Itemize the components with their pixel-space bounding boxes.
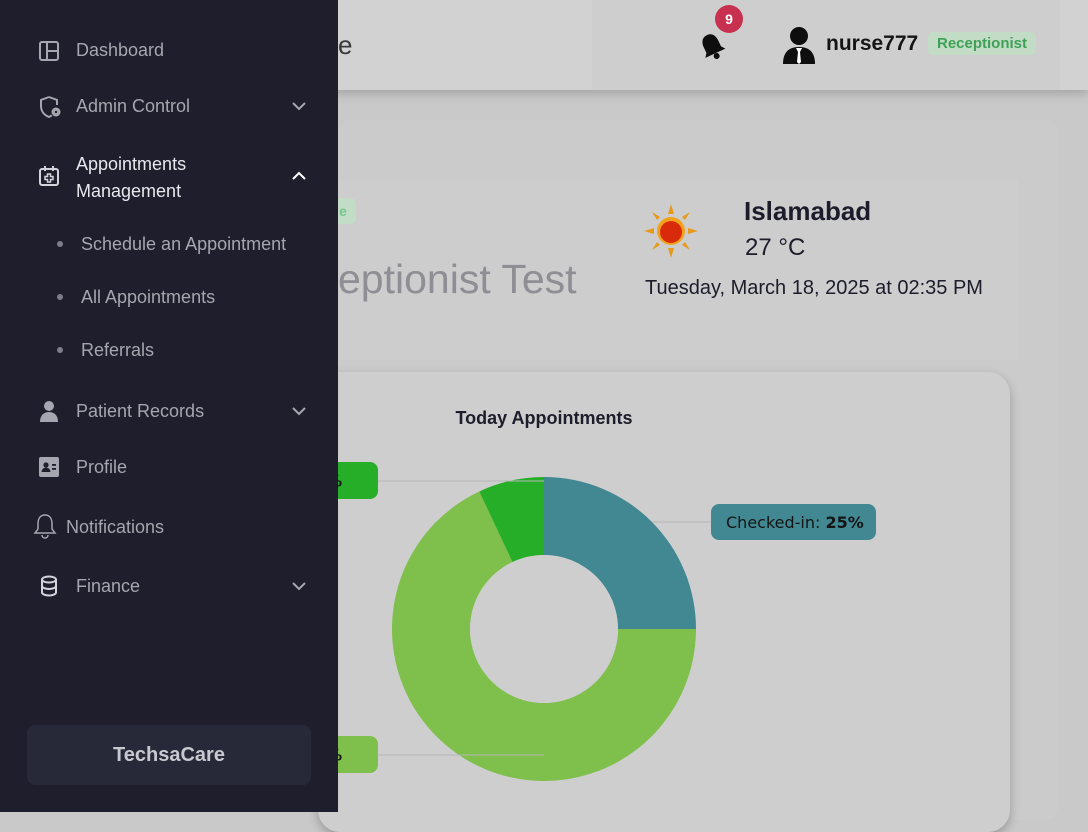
sidebar-item-dashboard[interactable]: Dashboard	[0, 28, 338, 72]
chevron-down-icon	[290, 402, 308, 420]
sidebar-item-label: Patient Records	[76, 400, 205, 421]
sidebar-item-patient-records[interactable]: Patient Records	[0, 389, 338, 433]
bell-outline-icon	[33, 513, 57, 539]
donut-hole	[470, 555, 618, 703]
sidebar-subitem-label: Referrals	[81, 339, 155, 360]
sidebar-item-label: Notifications	[66, 516, 165, 537]
sidebar-item-profile[interactable]: Profile	[0, 445, 338, 489]
callout-label: Checked-in: 25%	[726, 513, 864, 532]
sidebar-item-label-line2: Management	[76, 181, 182, 201]
sidebar: Dashboard Admin Control Appointments Man…	[0, 0, 338, 812]
bullet-dot-icon	[57, 294, 63, 300]
dashboard-icon	[38, 40, 60, 62]
sidebar-subitem-all-appointments[interactable]: All Appointments	[0, 279, 338, 315]
sidebar-item-label-line1: Appointments	[76, 154, 187, 174]
chevron-down-icon	[290, 577, 308, 595]
brand-button[interactable]: TechsaCare	[27, 725, 311, 785]
sidebar-subitem-label: All Appointments	[81, 286, 216, 307]
shield-gear-icon	[38, 95, 61, 119]
sidebar-subitem-referrals[interactable]: Referrals	[0, 332, 338, 368]
sidebar-item-label: Dashboard	[76, 39, 165, 60]
database-icon	[38, 575, 60, 597]
sidebar-item-label: Profile	[76, 456, 128, 477]
sidebar-item-label: Admin Control	[76, 95, 191, 116]
sidebar-item-appointments-management[interactable]: Appointments Management	[0, 146, 338, 206]
sidebar-item-label: Finance	[76, 575, 141, 596]
sidebar-item-admin-control[interactable]: Admin Control	[0, 84, 338, 128]
sidebar-subitem-label: Schedule an Appointment	[81, 233, 287, 254]
sidebar-item-notifications[interactable]: Notifications	[0, 505, 338, 549]
chevron-down-icon	[290, 97, 308, 115]
calendar-medical-icon	[38, 165, 60, 187]
sidebar-item-finance[interactable]: Finance	[0, 564, 338, 608]
chevron-up-icon	[290, 167, 308, 185]
person-icon	[38, 400, 60, 422]
bullet-dot-icon	[57, 347, 63, 353]
sidebar-item-label: Appointments Management	[76, 151, 186, 205]
sidebar-subitem-schedule-appointment[interactable]: Schedule an Appointment	[0, 226, 338, 262]
id-card-icon	[38, 456, 60, 478]
bullet-dot-icon	[57, 241, 63, 247]
